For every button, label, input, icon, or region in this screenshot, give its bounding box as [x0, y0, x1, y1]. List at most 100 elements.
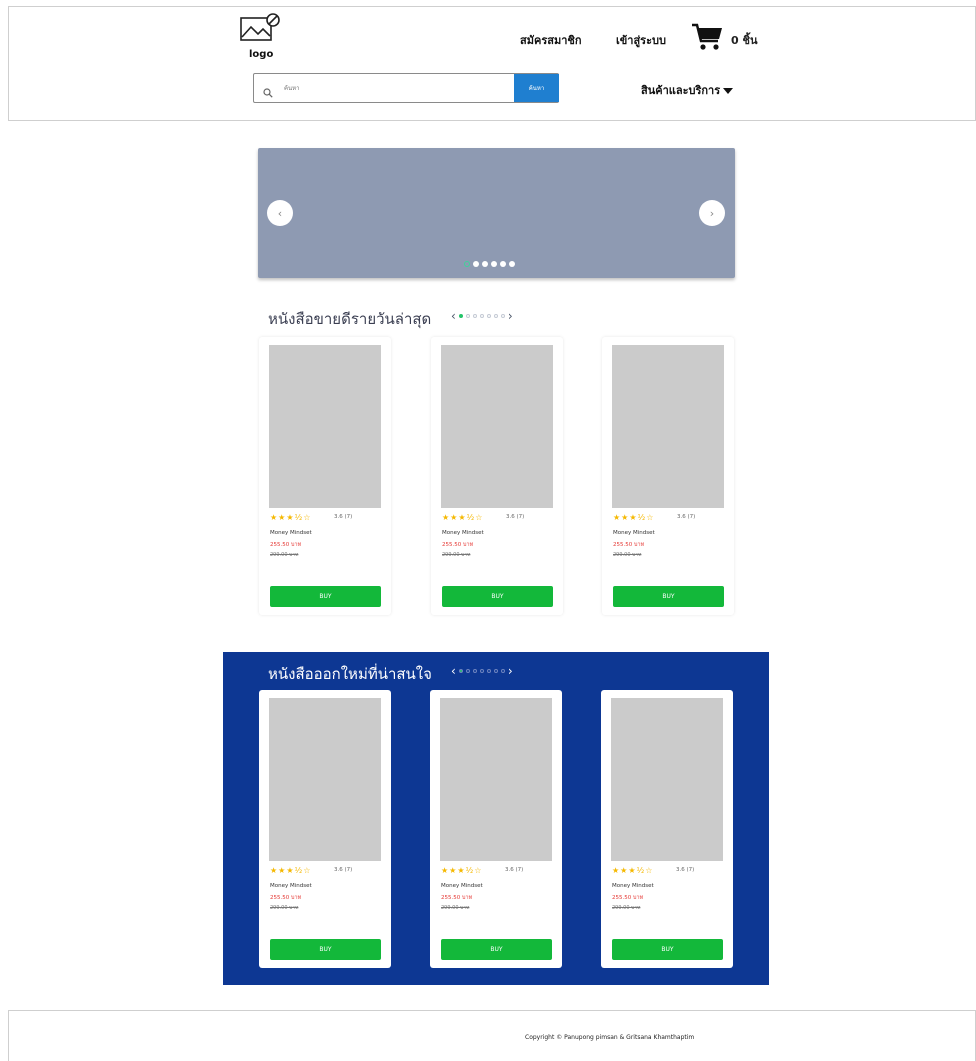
pager-dot[interactable] — [479, 314, 484, 318]
pager-dot[interactable] — [458, 669, 463, 673]
search-icon — [263, 83, 273, 102]
new-arrivals-pager: ‹ › — [451, 664, 513, 678]
search-button[interactable]: ค้นหา — [514, 74, 559, 102]
pager-dot[interactable] — [500, 314, 505, 318]
hero-dot[interactable] — [464, 261, 470, 267]
hero-dot[interactable] — [500, 261, 506, 267]
product-old-price: 299.00 บาท — [613, 552, 642, 558]
product-rating: 3.6 (7) — [677, 514, 696, 520]
product-card[interactable]: ★★★½☆ 3.6 (7) Money Mindset 255.50 บาท 2… — [601, 690, 733, 968]
hero-dot[interactable] — [509, 261, 515, 267]
product-image[interactable] — [440, 698, 552, 861]
hero-pagination — [464, 261, 515, 267]
chevron-left-icon[interactable]: ‹ — [451, 309, 456, 323]
product-rating: 3.6 (7) — [506, 514, 525, 520]
new-arrivals-title: หนังสือออกใหม่ที่น่าสนใจ — [268, 665, 432, 683]
top-header: logo สมัครสมาชิก เข้าสู่ระบบ 0 ชิ้น — [8, 6, 976, 64]
buy-button[interactable]: BUY — [613, 586, 724, 607]
pager-dot[interactable] — [472, 669, 477, 673]
product-rating: 3.6 (7) — [505, 867, 524, 873]
bestsellers-pager: ‹ › — [451, 309, 513, 323]
buy-button[interactable]: BUY — [442, 586, 553, 607]
pager-dot[interactable] — [465, 669, 470, 673]
product-card[interactable]: ★★★½☆ 3.6 (7) Money Mindset 255.50 บาท 2… — [259, 690, 391, 968]
product-old-price: 299.00 บาท — [612, 905, 641, 911]
search-input[interactable] — [284, 80, 504, 97]
product-name[interactable]: Money Mindset — [442, 530, 484, 536]
product-price: 255.50 บาท — [612, 895, 644, 901]
register-link[interactable]: สมัครสมาชิก — [520, 31, 582, 49]
hero-slider: ‹ › — [258, 148, 735, 278]
buy-button[interactable]: BUY — [612, 939, 723, 960]
product-old-price: 299.00 บาท — [270, 905, 299, 911]
footer: Copyright © Panupong pimsan & Gritsana K… — [8, 1010, 976, 1061]
buy-button[interactable]: BUY — [441, 939, 552, 960]
hero-prev-button[interactable]: ‹ — [267, 200, 293, 226]
pager-dot[interactable] — [458, 314, 463, 318]
buy-button[interactable]: BUY — [270, 939, 381, 960]
star-icon: ★★★½☆ — [270, 513, 312, 522]
image-logo-icon — [240, 13, 280, 41]
product-price: 255.50 บาท — [442, 542, 474, 548]
login-link[interactable]: เข้าสู่ระบบ — [616, 31, 666, 49]
bestsellers-dots — [458, 314, 505, 318]
product-name[interactable]: Money Mindset — [613, 530, 655, 536]
pager-dot[interactable] — [493, 669, 498, 673]
caret-down-icon — [723, 88, 734, 94]
product-name[interactable]: Money Mindset — [270, 883, 312, 889]
chevron-left-icon: ‹ — [277, 206, 283, 220]
star-icon: ★★★½☆ — [613, 513, 655, 522]
pager-dot[interactable] — [500, 669, 505, 673]
product-old-price: 299.00 บาท — [442, 552, 471, 558]
search-box: ค้นหา — [253, 73, 559, 103]
product-rating: 3.6 (7) — [676, 867, 695, 873]
pager-dot[interactable] — [472, 314, 477, 318]
product-rating: 3.6 (7) — [334, 514, 353, 520]
product-image[interactable] — [611, 698, 723, 861]
product-rating: 3.6 (7) — [334, 867, 353, 873]
chevron-left-icon[interactable]: ‹ — [451, 664, 456, 678]
products-menu[interactable]: สินค้าและบริการ — [641, 81, 734, 99]
product-image[interactable] — [612, 345, 724, 508]
products-menu-label: สินค้าและบริการ — [641, 84, 721, 97]
product-name[interactable]: Money Mindset — [441, 883, 483, 889]
hero-dot[interactable] — [482, 261, 488, 267]
logo-text: logo — [249, 49, 274, 60]
product-name[interactable]: Money Mindset — [270, 530, 312, 536]
logo[interactable]: logo — [239, 13, 283, 60]
search-header: ค้นหา สินค้าและบริการ — [8, 63, 976, 121]
star-icon: ★★★½☆ — [270, 866, 312, 875]
pager-dot[interactable] — [479, 669, 484, 673]
bestsellers-title: หนังสือขายดีรายวันล่าสุด — [268, 310, 432, 328]
product-price: 255.50 บาท — [613, 542, 645, 548]
product-card[interactable]: ★★★½☆ 3.6 (7) Money Mindset 255.50 บาท 2… — [259, 337, 391, 615]
new-arrivals-dots — [458, 669, 505, 673]
pager-dot[interactable] — [493, 314, 498, 318]
cart-count: 0 ชิ้น — [731, 34, 758, 47]
pager-dot[interactable] — [486, 314, 491, 318]
chevron-right-icon: › — [709, 206, 715, 220]
chevron-right-icon[interactable]: › — [508, 664, 513, 678]
star-icon: ★★★½☆ — [612, 866, 654, 875]
hero-next-button[interactable]: › — [699, 200, 725, 226]
star-icon: ★★★½☆ — [441, 866, 483, 875]
hero-dot[interactable] — [491, 261, 497, 267]
product-name[interactable]: Money Mindset — [612, 883, 654, 889]
product-price: 255.50 บาท — [270, 542, 302, 548]
product-card[interactable]: ★★★½☆ 3.6 (7) Money Mindset 255.50 บาท 2… — [602, 337, 734, 615]
cart-icon[interactable] — [691, 23, 725, 55]
star-icon: ★★★½☆ — [442, 513, 484, 522]
product-old-price: 299.00 บาท — [270, 552, 299, 558]
pager-dot[interactable] — [486, 669, 491, 673]
product-price: 255.50 บาท — [441, 895, 473, 901]
hero-dot[interactable] — [473, 261, 479, 267]
pager-dot[interactable] — [465, 314, 470, 318]
product-card[interactable]: ★★★½☆ 3.6 (7) Money Mindset 255.50 บาท 2… — [430, 690, 562, 968]
product-image[interactable] — [269, 345, 381, 508]
product-old-price: 299.00 บาท — [441, 905, 470, 911]
chevron-right-icon[interactable]: › — [508, 309, 513, 323]
product-image[interactable] — [441, 345, 553, 508]
buy-button[interactable]: BUY — [270, 586, 381, 607]
product-card[interactable]: ★★★½☆ 3.6 (7) Money Mindset 255.50 บาท 2… — [431, 337, 563, 615]
product-image[interactable] — [269, 698, 381, 861]
